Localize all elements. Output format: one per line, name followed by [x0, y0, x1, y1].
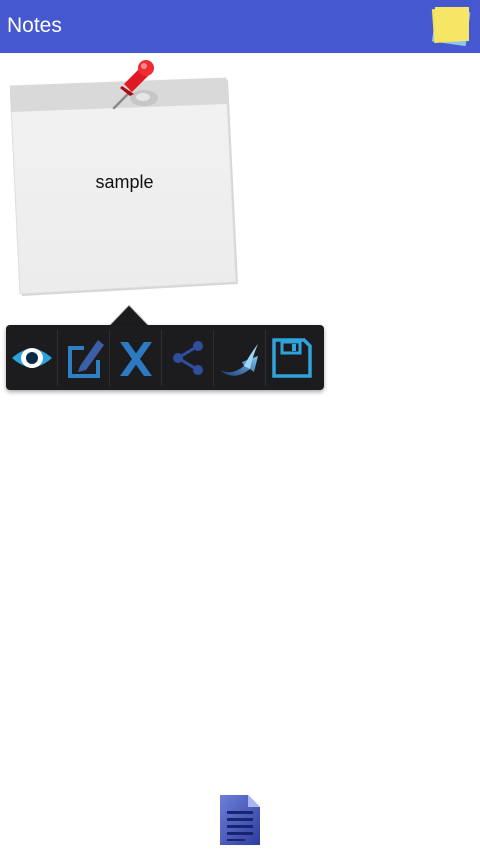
notes-screen: Notes sample: [0, 0, 480, 854]
floppy-disk-icon: [272, 337, 312, 378]
document-icon[interactable]: [218, 793, 262, 847]
swoosh-arrow-icon: [219, 343, 258, 376]
app-title: Notes: [7, 14, 62, 37]
edit-note-button[interactable]: [58, 329, 110, 386]
action-toolbar: [6, 325, 324, 390]
sticky-notes-icon[interactable]: [430, 4, 474, 50]
app-bar: Notes: [0, 0, 480, 53]
delete-note-button[interactable]: [110, 329, 162, 386]
share-icon: [172, 340, 203, 375]
edit-icon: [67, 339, 104, 378]
x-icon: [119, 341, 152, 376]
save-note-button[interactable]: [266, 330, 318, 386]
eye-icon: [11, 347, 52, 368]
red-pushpin-icon: [112, 60, 158, 110]
note-text: sample: [95, 172, 154, 192]
share-note-button[interactable]: [162, 329, 214, 386]
move-note-button[interactable]: [214, 329, 266, 386]
note-action-popup: [6, 304, 324, 390]
view-note-button[interactable]: [6, 329, 58, 386]
